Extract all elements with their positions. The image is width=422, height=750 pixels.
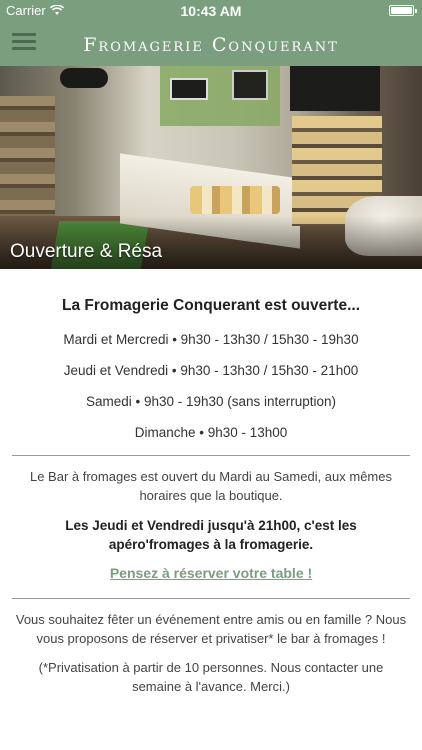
divider bbox=[12, 455, 410, 456]
battery-icon bbox=[389, 5, 417, 16]
hero-image: Ouverture & Résa bbox=[0, 66, 422, 269]
reserve-table-link[interactable]: Pensez à réserver votre table ! bbox=[0, 565, 422, 581]
bar-info-text: Le Bar à fromages est ouvert du Mardi au… bbox=[29, 469, 392, 503]
divider bbox=[12, 598, 410, 599]
hours-row-sun: Dimanche • 9h30 - 13h00 bbox=[134, 425, 288, 440]
status-bar: Carrier 10:43 AM bbox=[0, 0, 422, 22]
hours-headline: La Fromagerie Conquerant est ouverte... bbox=[61, 297, 360, 314]
app-title: Fromagerie Conquerant bbox=[83, 34, 339, 56]
top-bar: Carrier 10:43 AM Fromagerie Conquerant bbox=[0, 0, 422, 66]
privatisation-note: (*Privatisation à partir de 10 personnes… bbox=[38, 660, 384, 694]
hours-row-tue-wed: Mardi et Mercredi • 9h30 - 13h30 / 15h30… bbox=[63, 332, 359, 347]
hero-caption: Ouverture & Résa bbox=[10, 241, 163, 262]
status-time: 10:43 AM bbox=[180, 3, 242, 19]
hours-row-sat: Samedi • 9h30 - 19h30 (sans interruption… bbox=[85, 394, 337, 409]
hours-row-thu-fri: Jeudi et Vendredi • 9h30 - 13h30 / 15h30… bbox=[63, 363, 359, 378]
event-text: Vous souhaitez fêter un événement entre … bbox=[15, 612, 407, 646]
apero-text: Les Jeudi et Vendredi jusqu'à 21h00, c'e… bbox=[65, 518, 357, 552]
